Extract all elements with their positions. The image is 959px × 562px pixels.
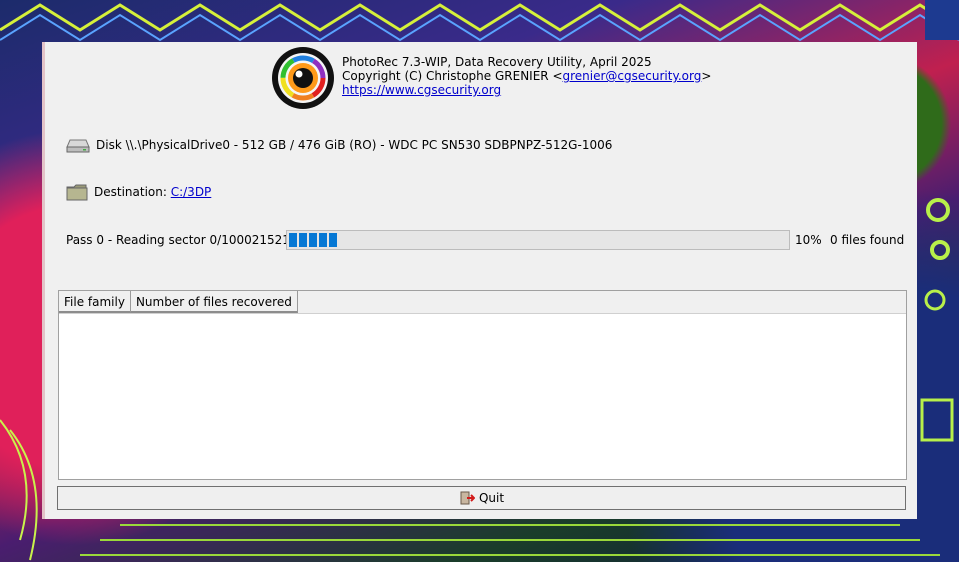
exit-icon <box>460 491 475 505</box>
progress-segment <box>329 233 337 247</box>
recovered-files-table: File family Number of files recovered <box>58 290 907 480</box>
progress-segment <box>319 233 327 247</box>
copyright-suffix: > <box>701 69 712 83</box>
quit-label: Quit <box>478 491 505 505</box>
progress-segment <box>299 233 307 247</box>
folder-icon <box>66 184 88 201</box>
disk-label: Disk \\.\PhysicalDrive0 - 512 GB / 476 G… <box>96 138 613 152</box>
destination-label: Destination: <box>94 185 171 199</box>
progress-segment <box>289 233 297 247</box>
photorec-window: PhotoRec 7.3-WIP, Data Recovery Utility,… <box>42 42 917 519</box>
progress-segment <box>309 233 317 247</box>
copyright-text: Copyright (C) Christophe GRENIER < <box>342 69 563 83</box>
hard-drive-icon <box>66 139 90 153</box>
column-header-files-recovered[interactable]: Number of files recovered <box>130 291 298 313</box>
progress-percent: 10% <box>795 233 822 247</box>
author-email-link[interactable]: grenier@cgsecurity.org <box>563 69 702 83</box>
copyright-line: Copyright (C) Christophe GRENIER <grenie… <box>342 69 711 83</box>
quit-button[interactable]: Quit <box>57 486 906 510</box>
progress-bar <box>286 230 790 250</box>
table-header: File family Number of files recovered <box>59 291 906 314</box>
destination-path-link[interactable]: C:/3DP <box>171 185 212 199</box>
photorec-logo-icon <box>272 47 334 109</box>
table-body <box>59 314 906 479</box>
website-link[interactable]: https://www.cgsecurity.org <box>342 83 501 97</box>
progress-fill <box>289 233 337 247</box>
column-header-file-family[interactable]: File family <box>59 291 131 313</box>
progress-row: Pass 0 - Reading sector 0/1000215216 10%… <box>66 230 905 250</box>
files-found-count: 0 files found <box>830 233 905 247</box>
progress-status: Pass 0 - Reading sector 0/1000215216 <box>66 233 298 247</box>
destination-row: Destination: C:/3DP <box>66 183 211 201</box>
app-title: PhotoRec 7.3-WIP, Data Recovery Utility,… <box>342 55 652 69</box>
window-edge <box>42 42 45 519</box>
app-header: PhotoRec 7.3-WIP, Data Recovery Utility,… <box>342 55 711 97</box>
disk-row: Disk \\.\PhysicalDrive0 - 512 GB / 476 G… <box>66 137 612 153</box>
